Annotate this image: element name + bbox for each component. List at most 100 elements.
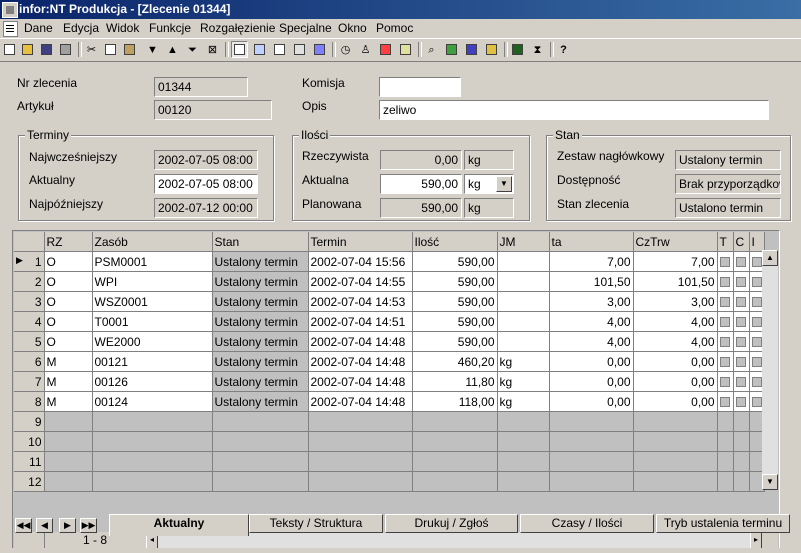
gantt-icon[interactable] bbox=[483, 41, 500, 58]
cell-cztrw[interactable]: 0,00 bbox=[633, 351, 718, 372]
cell-rz[interactable]: M bbox=[44, 391, 93, 412]
cell-zasob[interactable]: 00124 bbox=[92, 391, 213, 412]
checkbox[interactable] bbox=[751, 397, 762, 408]
row-number[interactable]: 7 bbox=[14, 371, 45, 392]
tab-aktualny[interactable]: Aktualny bbox=[109, 514, 249, 536]
najpozniejszy-field[interactable]: 2002-07-12 00:00 bbox=[154, 198, 258, 218]
cell-zasob[interactable]: 00126 bbox=[92, 371, 213, 392]
cell-c[interactable] bbox=[733, 351, 750, 372]
chart-view-icon[interactable] bbox=[311, 41, 328, 58]
tab-teksty-struktura[interactable]: Teksty / Struktura bbox=[249, 514, 383, 533]
tab-tryb-ustalenia[interactable]: Tryb ustalenia terminu bbox=[656, 514, 790, 533]
cell-jm[interactable]: kg bbox=[497, 371, 550, 392]
table-view-icon[interactable] bbox=[271, 41, 288, 58]
cell-t[interactable] bbox=[717, 291, 734, 312]
menu-widok[interactable]: Widok bbox=[106, 21, 139, 35]
table-row[interactable]: 2 O WPI Ustalony termin 2002-07-04 14:55 590,… bbox=[14, 271, 765, 292]
film-icon[interactable] bbox=[509, 41, 526, 58]
cell-t[interactable] bbox=[717, 251, 734, 272]
checkbox[interactable] bbox=[751, 357, 762, 368]
cell-zasob[interactable]: 00121 bbox=[92, 351, 213, 372]
cell-ilosc[interactable]: 590,00 bbox=[412, 331, 498, 352]
cell-t[interactable] bbox=[717, 311, 734, 332]
checkbox[interactable] bbox=[751, 317, 762, 328]
cell-zasob[interactable]: PSM0001 bbox=[92, 251, 213, 272]
cell-ilosc[interactable]: 590,00 bbox=[412, 251, 498, 272]
tab-drukuj-zglos[interactable]: Drukuj / Zgłoś bbox=[385, 514, 518, 533]
clock-icon[interactable]: ◷ bbox=[337, 41, 354, 58]
checkbox[interactable] bbox=[735, 337, 746, 348]
grid-vertical-scrollbar[interactable]: ▲ ▼ bbox=[762, 250, 778, 490]
cell-c[interactable] bbox=[733, 331, 750, 352]
menu-rozgalezienie[interactable]: Rozgałęzienie bbox=[200, 21, 275, 35]
last-record-icon[interactable]: ▶▶ bbox=[80, 518, 97, 533]
cell-t[interactable] bbox=[717, 271, 734, 292]
cell-c[interactable] bbox=[733, 311, 750, 332]
checkbox[interactable] bbox=[719, 257, 730, 268]
cell-termin[interactable]: 2002-07-04 14:55 bbox=[308, 271, 413, 292]
row-number[interactable]: 6 bbox=[14, 351, 45, 372]
cell-rz[interactable]: O bbox=[44, 271, 93, 292]
column-header[interactable]: Stan bbox=[212, 232, 309, 252]
schedule-icon[interactable] bbox=[397, 41, 414, 58]
checkbox[interactable] bbox=[735, 257, 746, 268]
cell-ta[interactable]: 0,00 bbox=[549, 391, 634, 412]
menu-okno[interactable]: Okno bbox=[338, 21, 367, 35]
cut-icon[interactable]: ✂ bbox=[83, 41, 100, 58]
column-header[interactable]: I bbox=[749, 232, 765, 252]
cell-stan[interactable]: Ustalony termin bbox=[212, 351, 309, 372]
row-number[interactable]: 8 bbox=[14, 391, 45, 412]
bar-chart-icon[interactable] bbox=[377, 41, 394, 58]
column-header[interactable]: ta bbox=[549, 232, 634, 252]
menu-pomoc[interactable]: Pomoc bbox=[376, 21, 413, 35]
cell-t[interactable] bbox=[717, 331, 734, 352]
cell-t[interactable] bbox=[717, 371, 734, 392]
checkbox[interactable] bbox=[719, 297, 730, 308]
cell-stan[interactable]: Ustalony termin bbox=[212, 311, 309, 332]
cell-stan[interactable]: Ustalony termin bbox=[212, 371, 309, 392]
cell-ta[interactable]: 0,00 bbox=[549, 351, 634, 372]
dostepnosc-field[interactable]: Brak przyporządkowania bbox=[675, 174, 781, 194]
cell-cztrw[interactable]: 7,00 bbox=[633, 251, 718, 272]
cell-ilosc[interactable]: 590,00 bbox=[412, 291, 498, 312]
cell-cztrw[interactable]: 3,00 bbox=[633, 291, 718, 312]
column-header[interactable]: C bbox=[733, 232, 750, 252]
row-number[interactable]: 12 bbox=[14, 471, 45, 492]
hourglass-icon[interactable]: ⧗ bbox=[529, 41, 546, 58]
open-icon[interactable] bbox=[19, 41, 36, 58]
menu-edycja[interactable]: Edycja bbox=[63, 21, 99, 35]
cell-cztrw[interactable]: 4,00 bbox=[633, 311, 718, 332]
cell-ta[interactable]: 3,00 bbox=[549, 291, 634, 312]
rzeczywista-field[interactable]: 0,00 bbox=[380, 150, 462, 170]
table-row[interactable]: 6 M 00121 Ustalony termin 2002-07-04 14:48 46… bbox=[14, 351, 765, 372]
cell-ta[interactable]: 101,50 bbox=[549, 271, 634, 292]
cell-ta[interactable]: 7,00 bbox=[549, 251, 634, 272]
cell-termin[interactable]: 2002-07-04 14:53 bbox=[308, 291, 413, 312]
cell-termin[interactable]: 2002-07-04 14:48 bbox=[308, 351, 413, 372]
cell-zasob[interactable]: WPI bbox=[92, 271, 213, 292]
column-header[interactable]: T bbox=[717, 232, 734, 252]
help-icon[interactable]: ? bbox=[555, 41, 572, 58]
cell-stan[interactable]: Ustalony termin bbox=[212, 291, 309, 312]
multi-view-icon[interactable] bbox=[291, 41, 308, 58]
save-icon[interactable] bbox=[38, 41, 55, 58]
form-view-icon[interactable] bbox=[231, 41, 248, 58]
menu-dane[interactable]: Dane bbox=[24, 21, 53, 35]
cell-ilosc[interactable]: 590,00 bbox=[412, 271, 498, 292]
scroll-up-icon[interactable]: ▲ bbox=[762, 250, 778, 266]
previous-record-icon[interactable]: ◀ bbox=[36, 518, 53, 533]
cell-ilosc[interactable]: 590,00 bbox=[412, 311, 498, 332]
cell-rz[interactable]: O bbox=[44, 291, 93, 312]
cell-t[interactable] bbox=[717, 351, 734, 372]
row-number[interactable]: 10 bbox=[14, 431, 45, 452]
chevron-down-icon[interactable]: ▼ bbox=[496, 176, 512, 192]
cell-ilosc[interactable]: 460,20 bbox=[412, 351, 498, 372]
down-arrow-icon[interactable]: ▼ bbox=[144, 41, 161, 58]
row-number[interactable]: 9 bbox=[14, 411, 45, 432]
cell-jm[interactable]: kg bbox=[497, 351, 550, 372]
checkbox[interactable] bbox=[719, 397, 730, 408]
aktualna-field[interactable]: 590,00 bbox=[380, 174, 462, 194]
paste-icon[interactable] bbox=[121, 41, 138, 58]
column-header[interactable]: JM bbox=[497, 232, 550, 252]
opis-field[interactable]: zeliwo bbox=[379, 100, 769, 120]
